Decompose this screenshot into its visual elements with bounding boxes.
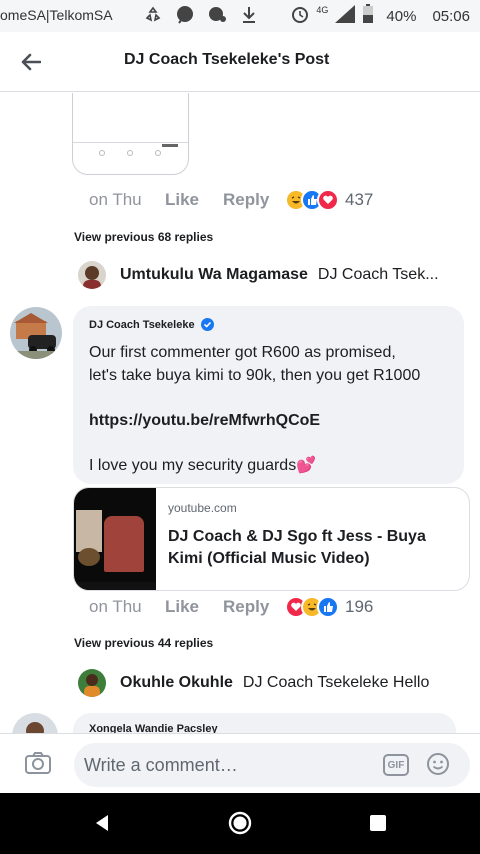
nav-back-button[interactable] [92, 813, 112, 833]
battery-icon [362, 4, 374, 28]
reaction-count: 437 [345, 190, 374, 209]
reply-button[interactable]: Reply [223, 597, 285, 617]
reply-preview[interactable]: Umtukulu Wa Magamase DJ Coach Tsek... [78, 261, 439, 289]
messenger-icon [174, 4, 196, 26]
divider [73, 142, 188, 143]
clock: 05:06 [432, 7, 470, 25]
emoji-button[interactable] [426, 752, 450, 776]
carrier-name: omeSA|TelkomSA [0, 7, 113, 23]
view-previous-replies-link[interactable]: View previous 44 replies [74, 636, 213, 650]
commenter-name[interactable]: Xongela Wandie Pacsley [89, 723, 218, 733]
nav-home-button[interactable] [228, 811, 252, 835]
view-previous-replies-link[interactable]: View previous 68 replies [74, 230, 213, 244]
video-thumbnail[interactable] [74, 488, 156, 590]
avatar[interactable] [12, 713, 58, 733]
avatar[interactable] [78, 261, 106, 289]
comment-text-line: let's take buya kimi to 90k, then you ge… [89, 367, 421, 384]
reactions-summary[interactable]: 437 [285, 189, 373, 211]
back-button[interactable] [16, 48, 46, 76]
page-title: DJ Coach Tsekeleke's Post [124, 51, 330, 68]
app-header: DJ Coach Tsekeleke's Post [0, 32, 480, 92]
comment-actions: on Thu Like Reply 196 [89, 596, 373, 618]
commenter-name[interactable]: Umtukulu Wa Magamase [120, 266, 308, 284]
status-bar: omeSA|TelkomSA 4G 40% 05:06 [0, 0, 480, 32]
signal-icon [334, 4, 356, 28]
link-preview-card[interactable]: youtube.com DJ Coach & DJ Sgo ft Jess - … [73, 487, 470, 591]
comments-feed[interactable]: on Thu Like Reply 437 View previous 68 r… [0, 93, 480, 733]
comment-bubble[interactable]: Xongela Wandie Pacsley [73, 713, 456, 733]
back-arrow-icon [21, 53, 41, 71]
comment-link[interactable]: https://youtu.be/reMfwrhQCoE [89, 409, 448, 432]
commenter-name[interactable]: Okuhle Okuhle [120, 674, 233, 692]
comment-actions: on Thu Like Reply 437 [89, 189, 373, 211]
attached-screenshot-thumbnail[interactable] [72, 93, 189, 175]
comment-timestamp: on Thu [89, 597, 142, 616]
download-icon [238, 4, 260, 26]
reactions-summary[interactable]: 196 [285, 596, 373, 618]
like-reaction-icon [317, 596, 339, 618]
avatar[interactable] [78, 669, 106, 697]
comment-composer: GIF [0, 733, 480, 793]
camera-icon [25, 752, 51, 774]
link-title[interactable]: DJ Coach & DJ Sgo ft Jess - Buya Kimi (O… [168, 526, 458, 570]
camera-button[interactable] [24, 751, 52, 775]
alarm-icon [290, 4, 310, 28]
chat-icon [206, 4, 228, 26]
reply-text: DJ Coach Tsek... [317, 266, 439, 283]
reply-button[interactable]: Reply [223, 190, 285, 210]
triangle-back-icon [96, 815, 108, 831]
recycle-icon [142, 4, 164, 26]
reaction-count: 196 [345, 597, 374, 616]
reply-text: DJ Coach Tsekeleke Hello [242, 674, 430, 691]
gif-button[interactable]: GIF [383, 754, 409, 776]
smiley-icon [427, 753, 449, 775]
network-type: 4G [316, 5, 329, 15]
comment-text-line: I love you my security guards💕 [89, 457, 317, 474]
battery-percent: 40% [386, 7, 417, 25]
like-button[interactable]: Like [165, 597, 223, 617]
link-domain: youtube.com [168, 501, 237, 515]
like-button[interactable]: Like [165, 190, 223, 210]
verified-badge-icon [200, 318, 214, 331]
reply-preview[interactable]: Okuhle Okuhle DJ Coach Tsekeleke Hello [78, 669, 429, 697]
comment-text-line: Our first commenter got R600 as promised… [89, 344, 396, 361]
comment-input[interactable] [74, 743, 470, 787]
love-reaction-icon [317, 189, 339, 211]
comment-timestamp: on Thu [89, 190, 142, 209]
system-nav-bar [0, 793, 480, 854]
avatar[interactable] [10, 307, 62, 359]
nav-recents-button[interactable] [370, 815, 386, 831]
commenter-name[interactable]: DJ Coach Tsekeleke [89, 319, 195, 331]
comment-bubble[interactable]: DJ Coach Tsekeleke Our first commenter g… [73, 306, 464, 484]
circle-home-icon [228, 811, 252, 835]
